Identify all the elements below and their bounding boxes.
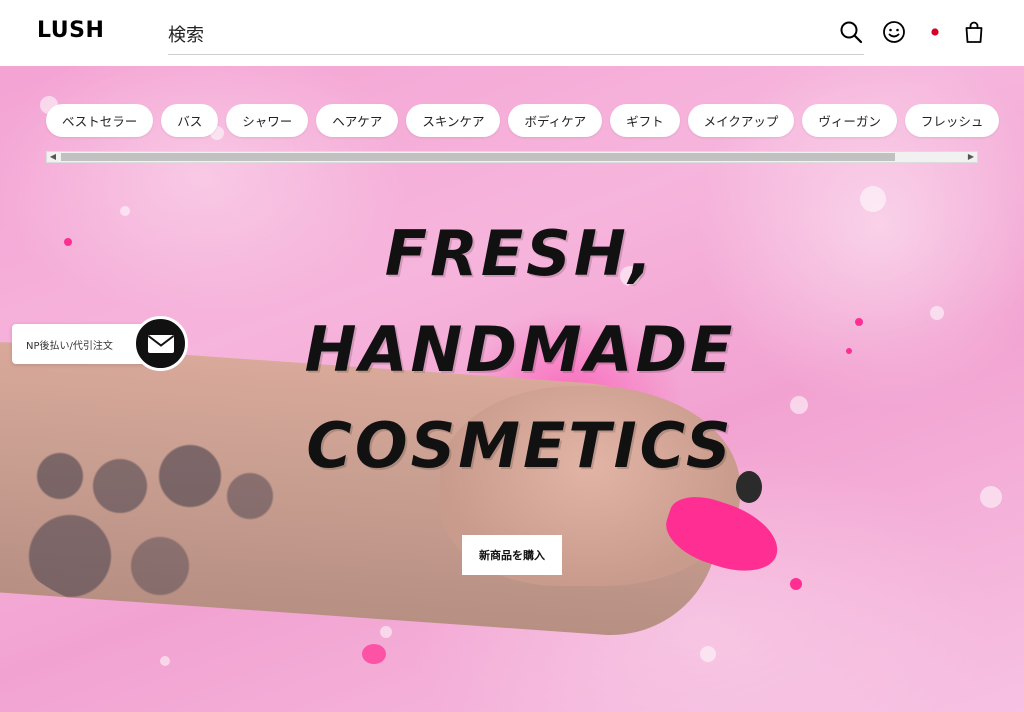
category-nav: ベストセラー バス シャワー ヘアケア スキンケア ボディケア ギフト メイクア… (46, 104, 1000, 138)
category-pill-bath[interactable]: バス (161, 104, 219, 137)
account-icon[interactable] (881, 19, 907, 45)
np-widget-label: NP後払い/代引注文 (26, 340, 113, 352)
mail-icon[interactable] (133, 316, 188, 371)
category-pill-shower[interactable]: シャワー (226, 104, 309, 137)
hero-banner: ベストセラー バス シャワー ヘアケア スキンケア ボディケア ギフト メイクア… (0, 66, 1024, 712)
search-bar[interactable]: 検索 (168, 14, 864, 55)
search-icon[interactable] (838, 19, 864, 45)
category-pill-vegan[interactable]: ヴィーガン (802, 104, 897, 137)
shop-new-products-button[interactable]: 新商品を購入 (462, 535, 562, 575)
hero-headline: FRESH, HANDMADE COSMETICS (240, 206, 800, 494)
category-pill-bestseller[interactable]: ベストセラー (46, 104, 154, 137)
category-pill-skincare[interactable]: スキンケア (406, 104, 501, 137)
category-pill-bodycare[interactable]: ボディケア (508, 104, 603, 137)
category-pill-makeup[interactable]: メイクアップ (687, 104, 795, 137)
headline-line-3: COSMETICS (306, 409, 734, 482)
headline-line-2: HANDMADE (304, 313, 736, 386)
headline-line-1: FRESH, (384, 217, 656, 290)
site-header: LUSH 検索 (0, 0, 1024, 66)
lush-logo[interactable]: LUSH (37, 18, 104, 43)
search-input[interactable]: 検索 (168, 21, 204, 47)
shopping-bag-icon[interactable] (961, 19, 987, 45)
category-scrollbar[interactable]: ◀ ▶ (46, 151, 978, 163)
scroll-left-arrow-icon[interactable]: ◀ (47, 152, 59, 162)
scrollbar-thumb[interactable] (61, 153, 895, 161)
category-pill-fresh[interactable]: フレッシュ (904, 104, 1000, 137)
japan-flag-icon[interactable] (922, 19, 948, 45)
category-pill-gift[interactable]: ギフト (610, 104, 680, 137)
category-pill-haircare[interactable]: ヘアケア (316, 104, 399, 137)
scroll-right-arrow-icon[interactable]: ▶ (965, 152, 977, 162)
